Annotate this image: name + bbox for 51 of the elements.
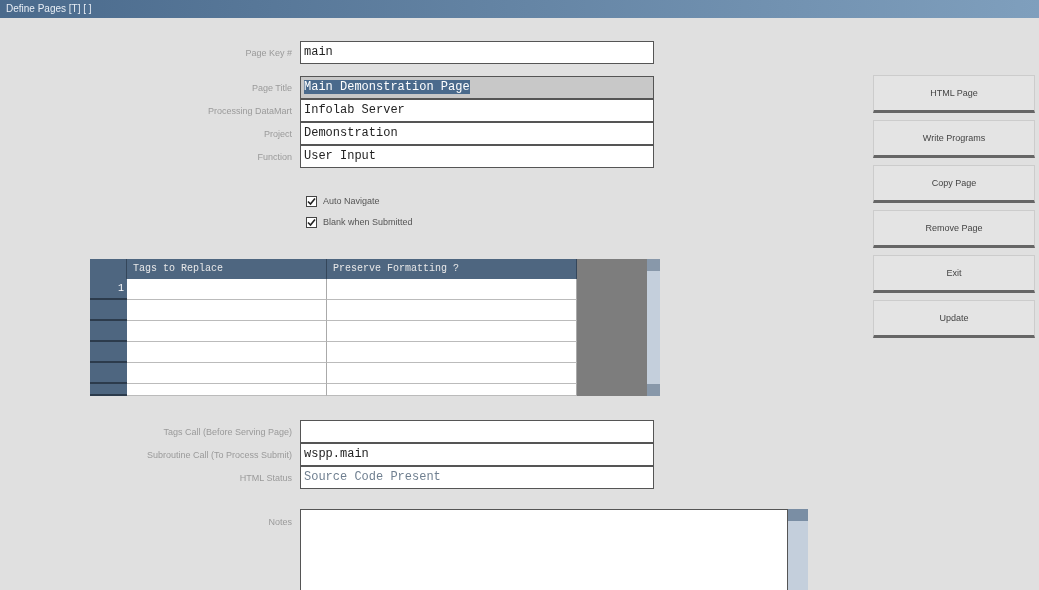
table-cell[interactable] — [327, 342, 577, 363]
scrollbar[interactable] — [647, 259, 660, 396]
field-label: Subroutine Call (To Process Submit) — [145, 449, 293, 460]
table-cell[interactable] — [127, 384, 327, 396]
column-header: Tags to Replace — [127, 259, 327, 279]
input-field[interactable]: Demonstration — [300, 121, 654, 145]
action-button[interactable]: Write Programs — [873, 120, 1035, 158]
action-button[interactable]: Copy Page — [873, 165, 1035, 203]
table-cell[interactable] — [327, 300, 577, 321]
checkbox[interactable] — [306, 195, 317, 207]
table-cell[interactable] — [127, 279, 327, 300]
table-cell[interactable] — [127, 363, 327, 384]
corner-header — [90, 259, 127, 279]
window-title: Define Pages [T] [ ] — [0, 0, 1039, 18]
table-cell[interactable] — [327, 384, 577, 396]
checkbox-label: Auto Navigate — [323, 196, 380, 206]
input-field[interactable]: wspp.main — [300, 442, 654, 466]
field-label: Notes — [267, 516, 293, 527]
scrollbar[interactable] — [788, 509, 808, 590]
row-header[interactable] — [90, 342, 127, 363]
input-field[interactable]: main — [300, 41, 654, 64]
table-cell[interactable] — [327, 363, 577, 384]
table-cell[interactable] — [127, 300, 327, 321]
field-label: Function — [256, 151, 293, 162]
action-button[interactable]: HTML Page — [873, 75, 1035, 113]
row-header[interactable] — [90, 384, 127, 396]
input-field[interactable] — [300, 419, 654, 443]
input-field[interactable]: User Input — [300, 144, 654, 168]
field-label: Page Title — [250, 82, 293, 93]
checkbox-label: Blank when Submitted — [323, 217, 413, 227]
input-field[interactable]: Main Demonstration Page — [300, 75, 654, 99]
field-label: HTML Status — [238, 472, 293, 483]
input-field[interactable]: Infolab Server — [300, 98, 654, 122]
row-header[interactable] — [90, 321, 127, 342]
field-label: Project — [263, 128, 293, 139]
table-cell[interactable] — [327, 321, 577, 342]
action-button[interactable]: Exit — [873, 255, 1035, 293]
action-button[interactable]: Remove Page — [873, 210, 1035, 248]
row-header[interactable] — [90, 363, 127, 384]
table-cell[interactable] — [327, 279, 577, 300]
field-label: Page Key # — [244, 47, 293, 58]
row-header[interactable] — [90, 300, 127, 321]
checkbox[interactable] — [306, 216, 317, 228]
notes-area[interactable] — [300, 509, 788, 590]
table-cell[interactable] — [127, 321, 327, 342]
table-cell[interactable] — [127, 342, 327, 363]
row-header[interactable]: 1 — [90, 279, 127, 300]
column-header: Preserve Formatting ? — [327, 259, 577, 279]
field-label: Tags Call (Before Serving Page) — [162, 426, 293, 437]
action-button[interactable]: Update — [873, 300, 1035, 338]
field-label: Processing DataMart — [206, 105, 293, 116]
